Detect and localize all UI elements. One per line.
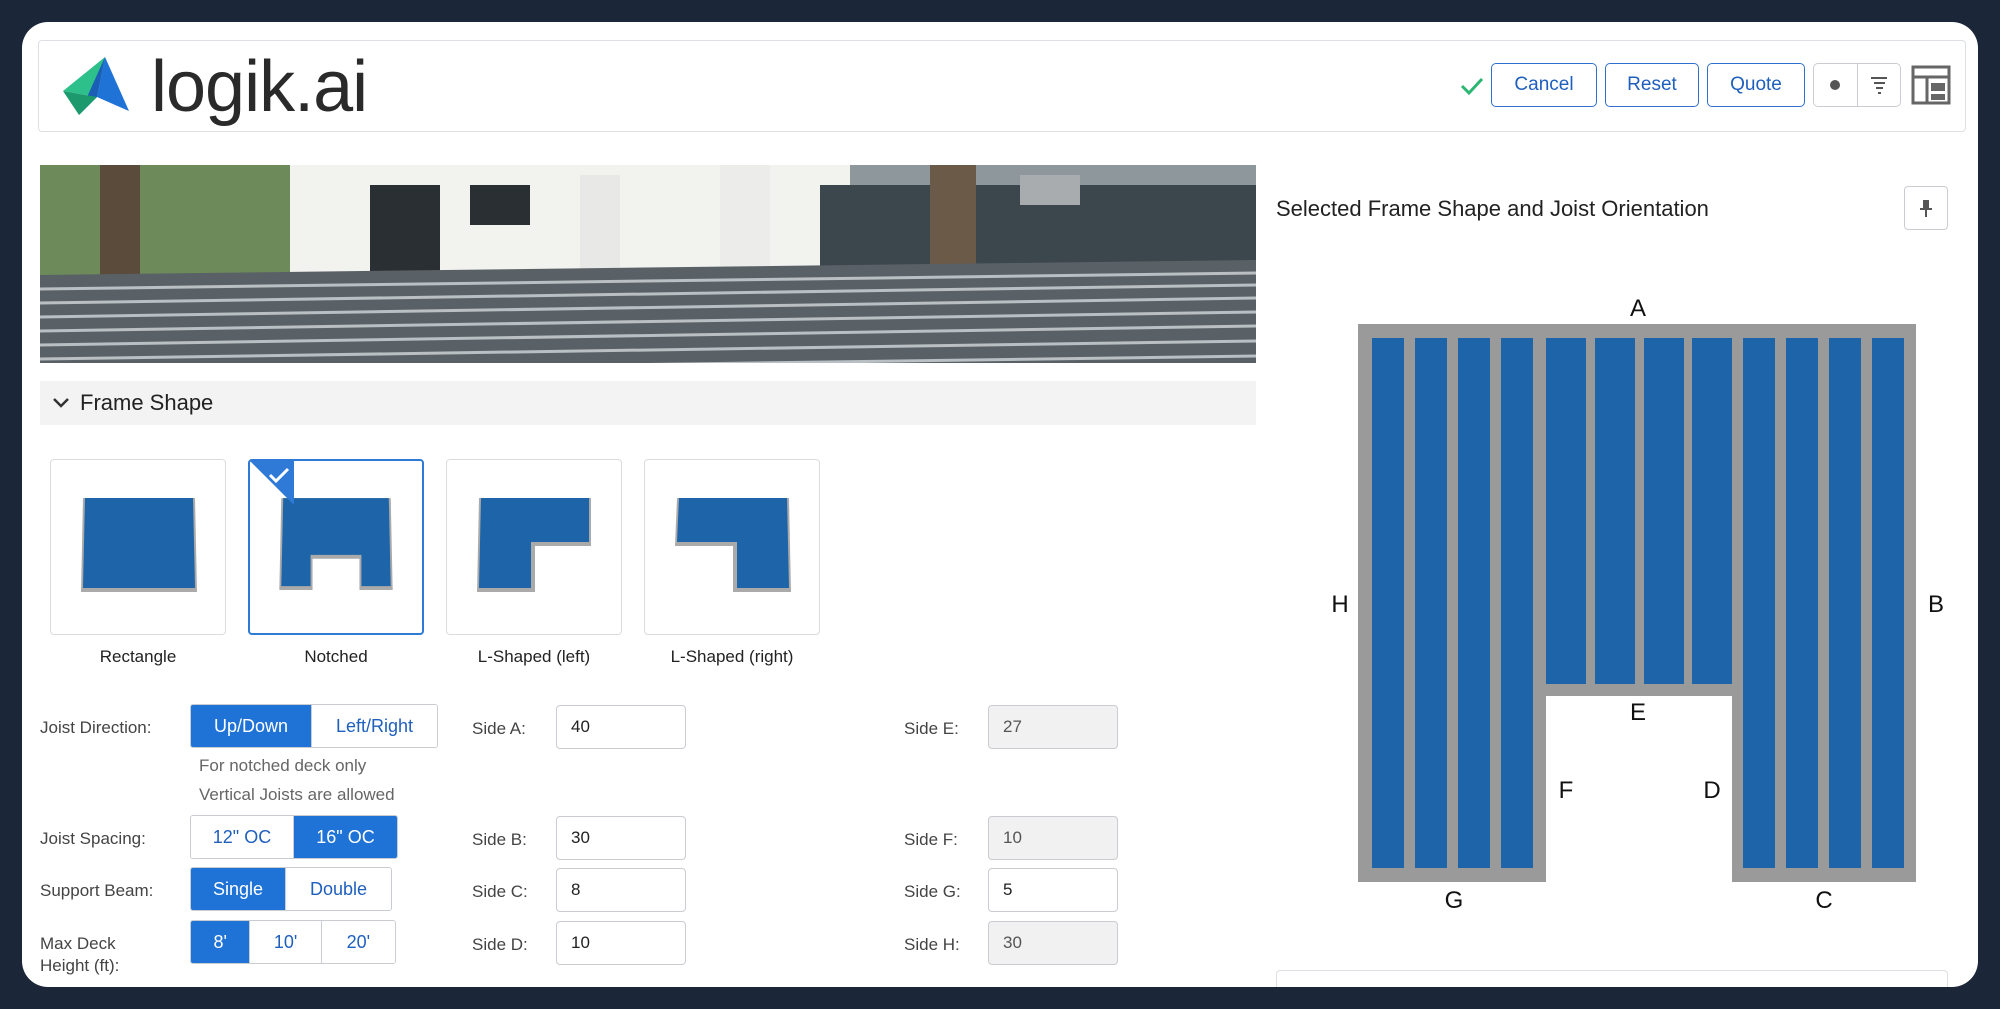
panel-title: Selected Frame Shape and Joist Orientati… [1276,196,1709,221]
l-shaped-left-icon [477,498,591,592]
beam-single-option[interactable]: Single [191,868,287,910]
dot-button[interactable] [1814,64,1858,106]
height-20-option[interactable]: 20' [321,921,395,963]
height-10-option[interactable]: 10' [250,921,322,963]
side-h-value: 30 [988,921,1118,965]
side-c-label: Side C: [472,882,528,901]
side-a-input[interactable]: 40 [556,705,686,749]
side-b-marker: B [1928,591,1944,618]
shape-label-l-shaped-right: L-Shaped (right) [670,647,794,666]
height-8-option[interactable]: 8' [191,921,251,963]
side-g-input[interactable]: 5 [988,868,1118,912]
joist-direction-label: Joist Direction: [40,718,152,737]
dot-icon [1830,80,1841,90]
beam-double-option[interactable]: Double [286,868,391,910]
support-beam-label: Support Beam: [40,881,154,900]
side-d-input[interactable]: 10 [556,921,686,965]
shape-tile-notched[interactable] [248,459,424,635]
pin-button[interactable] [1904,186,1948,230]
side-c-input[interactable]: 8 [556,868,686,912]
side-f-label: Side F: [904,830,958,849]
side-g-label: Side G: [904,882,961,901]
layout-icon[interactable] [1909,63,1953,107]
shape-tile-l-shaped-left[interactable] [446,459,622,635]
side-d-marker: D [1703,777,1720,804]
spacing-16-option[interactable]: 16" OC [294,816,397,858]
side-h-label: Side H: [904,935,960,954]
view-toggle-group [1813,63,1901,107]
side-b-label: Side B: [472,830,527,849]
joist-note-2: Vertical Joists are allowed [199,785,395,804]
max-height-toggle: 8' 10' 20' [190,920,396,964]
shape-label-notched: Notched [304,647,368,666]
l-shaped-right-icon [675,498,791,592]
brand-name: logik.ai [151,47,368,127]
side-g-marker: G [1445,887,1464,914]
max-height-label-line2: Height (ft): [40,956,120,975]
logo-icon [63,57,129,115]
side-e-marker: E [1630,699,1646,726]
deck-hero-image [40,165,1256,363]
joist-spacing-label: Joist Spacing: [40,829,146,848]
side-a-label: Side A: [472,719,526,738]
shape-label-l-shaped-left: L-Shaped (left) [477,647,591,666]
chevron-down-icon [53,398,69,408]
joist-left-right-option[interactable]: Left/Right [312,705,437,747]
filter-lines-icon [1870,77,1887,94]
side-e-value: 27 [988,705,1118,749]
section-title: Frame Shape [80,390,214,415]
frame-shape-section-header[interactable]: Frame Shape [40,381,1256,425]
rectangle-shape-icon [81,498,197,592]
joist-note-1: For notched deck only [199,756,367,775]
joist-up-down-option[interactable]: Up/Down [191,705,313,747]
side-e-label: Side E: [904,719,959,738]
side-f-value: 10 [988,816,1118,860]
joist-spacing-toggle: 12" OC 16" OC [190,815,398,859]
side-h-marker: H [1331,591,1348,618]
quote-button[interactable]: Quote [1707,63,1805,107]
side-d-label: Side D: [472,935,528,954]
app-window: logik.ai Cancel Reset Quote Frame Shape … [22,22,1978,987]
frame-diagram: A B C D E F G H [1331,295,1944,914]
spacing-12-option[interactable]: 12" OC [191,816,294,858]
max-height-label-line1: Max Deck [40,934,116,953]
pin-icon [1920,200,1932,217]
selected-check-icon [250,461,294,505]
reset-button[interactable]: Reset [1605,63,1699,107]
side-c-marker: C [1815,887,1832,914]
top-header: logik.ai Cancel Reset Quote [38,40,1966,132]
shape-label-rectangle: Rectangle [99,647,177,666]
support-beam-toggle: Single Double [190,867,392,911]
side-f-marker: F [1559,777,1574,804]
summary-card [1276,970,1948,987]
joist-direction-toggle: Up/Down Left/Right [190,704,438,748]
shape-tile-l-shaped-right[interactable] [644,459,820,635]
filter-button[interactable] [1858,64,1901,106]
side-a-marker: A [1630,295,1646,322]
check-icon [1460,77,1484,96]
shape-tile-rectangle[interactable] [50,459,226,635]
side-b-input[interactable]: 30 [556,816,686,860]
cancel-button[interactable]: Cancel [1491,63,1597,107]
